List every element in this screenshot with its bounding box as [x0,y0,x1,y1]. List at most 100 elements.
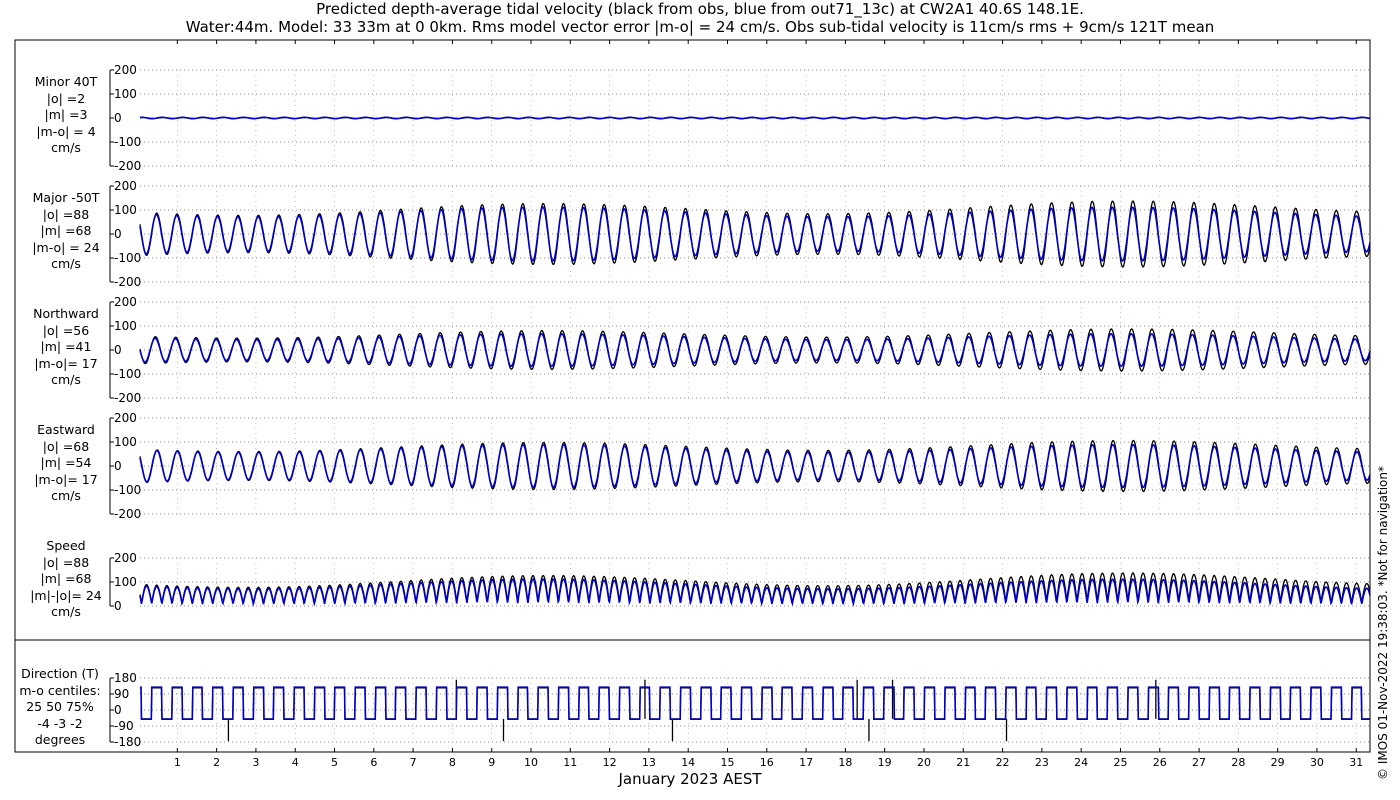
panel-label-line: |o| =56 [42,322,90,338]
x-tick-label: 24 [1074,756,1088,769]
x-tick-label: 19 [878,756,892,769]
x-tick-label: 30 [1310,756,1324,769]
y-tick-label: 200 [114,551,137,565]
x-tick-label: 1 [174,756,181,769]
panel-label-line: cm/s [51,604,81,619]
panel-label-east: Eastward |o| =68 |m| =54 |m-o|= 17 cm/s [16,422,116,505]
panel-label-line: Eastward [37,422,95,437]
panel-label-minor: Minor 40T |o| =2 |m| =3 |m-o| = 4 cm/s [16,74,116,157]
panel-label-line: Northward [33,306,99,321]
x-tick-label: 27 [1192,756,1206,769]
x-tick-label: 4 [292,756,299,769]
y-tick-label: 200 [114,295,137,309]
x-tick-label: 5 [331,756,338,769]
panel-label-line: 25 50 75% [26,699,94,714]
y-tick-label: -200 [114,275,141,289]
y-tick-label: 200 [114,411,137,425]
x-tick-label: 9 [488,756,495,769]
y-tick-label: 200 [114,179,137,193]
y-tick-label: 100 [114,435,137,449]
panel-label-major: Major -50T |o| =88 |m| =68 |m-o| = 24 cm/s [16,190,116,273]
x-axis: 1 2 3 4 5 6 7 8 9 10 11 12 13 14 15 16 17 18 19 20 21 22 23 24 2… [174,40,1363,769]
x-tick-label: 3 [252,756,259,769]
panel-label-line: |m| =3 [44,107,88,122]
x-tick-label: 17 [799,756,813,769]
y-tick-label: 100 [114,87,137,101]
model-series-speed [139,578,1371,607]
panel-label-line: |m-o|= 17 [34,355,98,371]
x-tick-label: 2 [213,756,220,769]
x-tick-label: 26 [1153,756,1167,769]
x-tick-label: 12 [603,756,617,769]
y-tick-label: -200 [114,159,141,173]
y-tick-label: -100 [114,483,141,497]
panel-label-line: degrees [34,732,86,747]
model-series-minor [139,116,1371,120]
panel-label-line: Major -50T [32,190,100,205]
panel-label-line: |m|-|o|= 24 [30,587,102,603]
x-tick-label: 13 [642,756,656,769]
y-tick-label: 200 [114,63,137,77]
panel-label-speed: Speed |o| =88 |m| =68 |m|-|o|= 24 cm/s [16,538,116,621]
y-tick-label: -100 [114,367,141,381]
x-tick-label: 25 [1113,756,1127,769]
x-tick-label: 18 [838,756,852,769]
panel-label-line: cm/s [51,140,81,155]
x-tick-label: 7 [410,756,417,769]
x-tick-label: 20 [917,756,931,769]
y-tick-label: 0 [114,703,122,717]
panel-direction: 180 90 0 -90 -180 [109,671,1370,749]
y-tick-label: -100 [114,251,141,265]
tidal-velocity-chart: 1 2 3 4 5 6 7 8 9 10 11 12 13 14 15 16 17 18 19 20 21 22 23 24 2… [14,39,1371,769]
panel-label-line: m-o centiles: [19,682,101,698]
y-tick-label: 100 [114,319,137,333]
panel-label-line: |o| =88 [42,206,90,222]
x-tick-label: 29 [1271,756,1285,769]
model-series-direction [140,686,1370,721]
y-tick-label: -90 [114,719,134,733]
panel-major: 2001000-100-200 [109,179,1370,289]
panel-label-line: cm/s [51,488,81,503]
panel-label-line: cm/s [51,256,81,271]
y-tick-label: -100 [114,135,141,149]
panel-label-line: |m| =68 [40,223,92,238]
panel-east: 2001000-100-200 [109,411,1370,521]
x-tick-label: 8 [449,756,456,769]
panel-label-line: |o| =88 [42,554,90,570]
x-tick-label: 16 [760,756,774,769]
panel-label-line: |m| =41 [40,339,92,354]
x-tick-label: 6 [370,756,377,769]
y-tick-label: -200 [114,507,141,521]
y-tick-label: -200 [114,391,141,405]
panel-label-line: |m-o| = 24 [32,239,100,255]
panel-label-line: |m-o|= 17 [34,471,98,487]
x-tick-label: 14 [681,756,695,769]
copyright-note: © IMOS 01-Nov-2022 19:38:03. *Not for na… [1376,466,1390,780]
panel-label-line: Direction (T) [21,666,99,681]
y-tick-label: 180 [114,671,137,685]
panel-label-line: |m| =54 [40,455,92,470]
panel-label-line: |o| =68 [42,438,90,454]
y-tick-label: -180 [114,735,141,749]
y-tick-label: 100 [114,575,137,589]
plot-frame [14,39,1371,753]
panel-label-line: Speed [46,538,86,553]
panel-label-line: |m| =68 [40,571,92,586]
panel-label-line: Minor 40T [34,74,98,89]
x-tick-label: 22 [996,756,1010,769]
panel-label-line: |o| =2 [46,90,86,106]
x-tick-label: 31 [1349,756,1363,769]
x-tick-label: 11 [563,756,577,769]
y-tick-label: 90 [114,687,129,701]
x-tick-label: 23 [1035,756,1049,769]
x-axis-label: January 2023 AEST [618,770,762,788]
x-tick-label: 28 [1231,756,1245,769]
panel-label-north: Northward |o| =56 |m| =41 |m-o|= 17 cm/s [16,306,116,389]
panel-label-line: -4 -3 -2 [37,715,83,731]
panel-label-direction: Direction (T) m-o centiles: 25 50 75% -4 -3… [10,666,110,749]
y-tick-label: 100 [114,203,137,217]
x-tick-label: 10 [524,756,538,769]
panel-label-line: |m-o| = 4 [36,123,96,139]
x-tick-label: 21 [956,756,970,769]
panel-label-line: cm/s [51,372,81,387]
